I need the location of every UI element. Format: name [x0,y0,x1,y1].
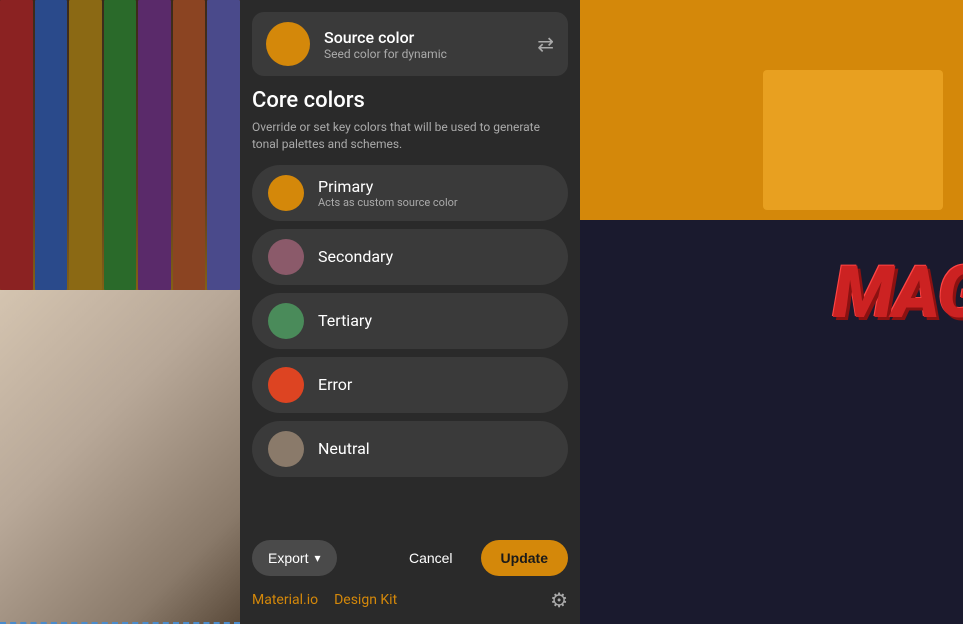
primary-color-row[interactable]: Primary Acts as custom source color [252,165,568,221]
source-color-info: Source color Seed color for dynamic [324,28,523,61]
links-row: Material.io Design Kit ⚙ [252,588,568,612]
book-spine [173,0,206,290]
book-spine [0,0,33,290]
mag-text: MAG [833,250,963,335]
material-io-link[interactable]: Material.io [252,592,318,608]
error-color-label: Error [318,375,352,394]
source-color-title: Source color [324,28,523,47]
core-colors-title: Core colors [252,88,568,113]
update-button[interactable]: Update [481,540,568,576]
core-colors-description: Override or set key colors that will be … [252,119,568,153]
source-color-row[interactable]: Source color Seed color for dynamic ⇄ [252,12,568,76]
source-color-swatch [266,22,310,66]
neutral-color-label: Neutral [318,439,370,458]
export-label: Export [268,550,308,566]
core-colors-section: Core colors Override or set key colors t… [240,84,580,530]
book-spines [0,0,240,290]
book-spine [69,0,102,290]
tertiary-color-label: Tertiary [318,311,372,330]
bg-left-panel [0,0,240,624]
error-color-row[interactable]: Error [252,357,568,413]
neutral-color-swatch [268,431,304,467]
shuffle-icon[interactable]: ⇄ [537,32,554,56]
export-button[interactable]: Export ▾ [252,540,337,576]
chevron-down-icon: ▾ [314,551,320,565]
bg-bottom-left [0,290,240,624]
book-spine [138,0,171,290]
cancel-button[interactable]: Cancel [389,540,473,576]
design-kit-link[interactable]: Design Kit [334,592,397,608]
tertiary-color-row[interactable]: Tertiary [252,293,568,349]
primary-color-label: Primary [318,177,458,196]
book-spine [207,0,240,290]
secondary-color-swatch [268,239,304,275]
tertiary-color-swatch [268,303,304,339]
primary-color-swatch [268,175,304,211]
book-spine [104,0,137,290]
primary-color-info: Primary Acts as custom source color [318,177,458,209]
error-color-swatch [268,367,304,403]
bottom-bar: Export ▾ Cancel Update Material.io Desig… [240,530,580,624]
button-row: Export ▾ Cancel Update [252,540,568,576]
primary-color-sublabel: Acts as custom source color [318,196,458,209]
neutral-color-row[interactable]: Neutral [252,421,568,477]
secondary-color-row[interactable]: Secondary [252,229,568,285]
book-spine [35,0,68,290]
source-color-subtitle: Seed color for dynamic [324,47,523,61]
secondary-color-label: Secondary [318,247,393,266]
main-panel: Source color Seed color for dynamic ⇄ Co… [240,0,580,624]
gear-icon[interactable]: ⚙ [550,588,568,612]
